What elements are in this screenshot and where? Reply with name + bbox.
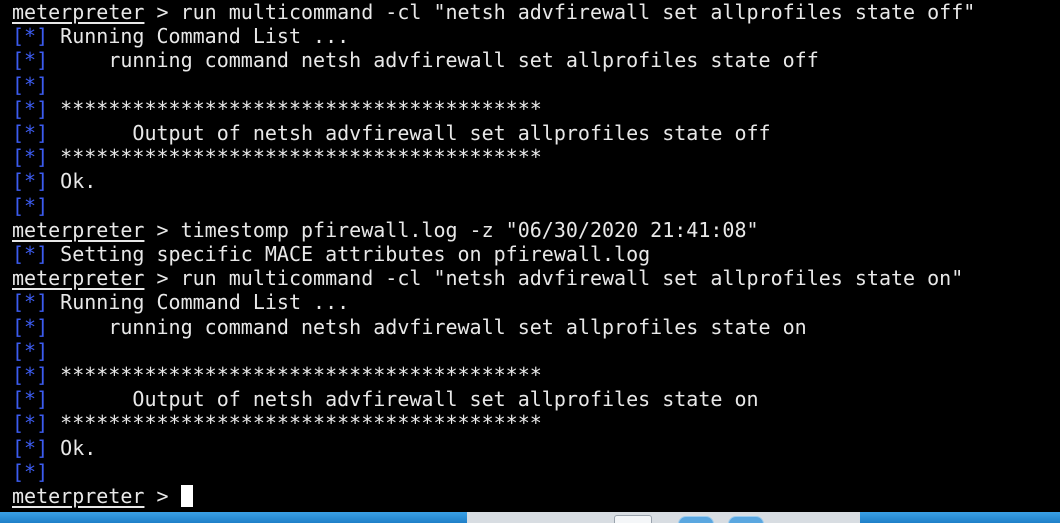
terminal-output-line: [*] Output of netsh advfirewall set allp… [12,387,759,411]
terminal-output-line: [*] Ok. [12,436,96,460]
meterpreter-prompt: meterpreter [12,0,145,24]
output-text: Output of netsh advfirewall set allprofi… [48,387,759,412]
info-marker: [*] [12,193,49,218]
info-marker: [*] [12,24,49,49]
output-text: Ok. [48,435,97,460]
meterpreter-prompt: meterpreter [12,217,145,242]
taskbar-left-section [0,512,467,523]
terminal-command-line: meterpreter > timestomp pfirewall.log -z… [12,218,759,242]
text-cursor[interactable] [180,485,193,507]
taskbar-right-section [860,512,1060,523]
output-text: Setting specific MACE attributes on pfir… [48,242,651,266]
terminal-window[interactable]: meterpreter > run multicommand -cl "nets… [0,0,1060,512]
output-text: Output of netsh advfirewall set allprofi… [48,121,771,145]
terminal-output-line: [*] ************************************… [12,411,542,435]
info-marker: [*] [12,145,49,170]
taskbar-button-icon[interactable] [728,516,764,523]
info-marker: [*] [12,242,49,266]
terminal-output-line: [*] Running Command List ... [12,290,349,314]
output-text: Ok. [48,169,97,194]
output-text: Running Command List ... [48,290,350,315]
taskbar-button-icon[interactable] [678,516,714,523]
info-marker: [*] [12,96,49,121]
terminal-output-line: [*] ************************************… [12,97,542,121]
info-marker: [*] [12,121,49,145]
terminal-output-line: [*] Running Command List ... [12,24,349,48]
info-marker: [*] [12,314,49,339]
terminal-output-line: [*] ************************************… [12,145,542,169]
info-marker: [*] [12,338,49,363]
terminal-input-line: meterpreter > [12,484,193,508]
output-text: **************************************** [48,411,542,436]
terminal-output-line: [*] [12,73,48,97]
terminal-output-line: [*] ************************************… [12,363,542,387]
output-text: running command netsh advfirewall set al… [48,48,819,73]
command-text: > run multicommand -cl "netsh advfirewal… [144,0,976,24]
terminal-output-line: [*] running command netsh advfirewall se… [12,315,807,339]
info-marker: [*] [12,387,49,412]
terminal-output-line: [*] [12,460,48,484]
command-text: > timestomp pfirewall.log -z "06/30/2020… [144,217,759,242]
output-text: Running Command List ... [48,24,350,49]
command-text: > run multicommand -cl "netsh advfirewal… [144,266,964,291]
info-marker: [*] [12,72,49,97]
output-text: running command netsh advfirewall set al… [48,314,807,339]
prompt-separator: > [144,484,181,508]
info-marker: [*] [12,363,49,387]
output-text: **************************************** [48,96,542,121]
terminal-output-line: [*] [12,194,48,218]
terminal-command-line: meterpreter > run multicommand -cl "nets… [12,266,963,290]
taskbar [0,512,1060,523]
taskbar-active-window[interactable] [467,512,860,523]
terminal-command-line: meterpreter > run multicommand -cl "nets… [12,0,975,24]
output-text: **************************************** [48,145,542,170]
info-marker: [*] [12,48,49,73]
terminal-output-line: [*] Setting specific MACE attributes on … [12,242,650,266]
info-marker: [*] [12,290,49,315]
terminal-output-line: [*] Output of netsh advfirewall set allp… [12,121,771,145]
output-text: **************************************** [48,363,542,387]
taskbar-app-icon[interactable] [614,515,652,523]
terminal-output-line: [*] running command netsh advfirewall se… [12,48,819,72]
terminal-output-line: [*] [12,339,48,363]
info-marker: [*] [12,435,49,460]
terminal-output-line: [*] Ok. [12,169,96,193]
info-marker: [*] [12,411,49,436]
info-marker: [*] [12,169,49,194]
info-marker: [*] [12,459,49,484]
meterpreter-prompt: meterpreter [12,266,145,291]
meterpreter-prompt: meterpreter [12,484,145,508]
